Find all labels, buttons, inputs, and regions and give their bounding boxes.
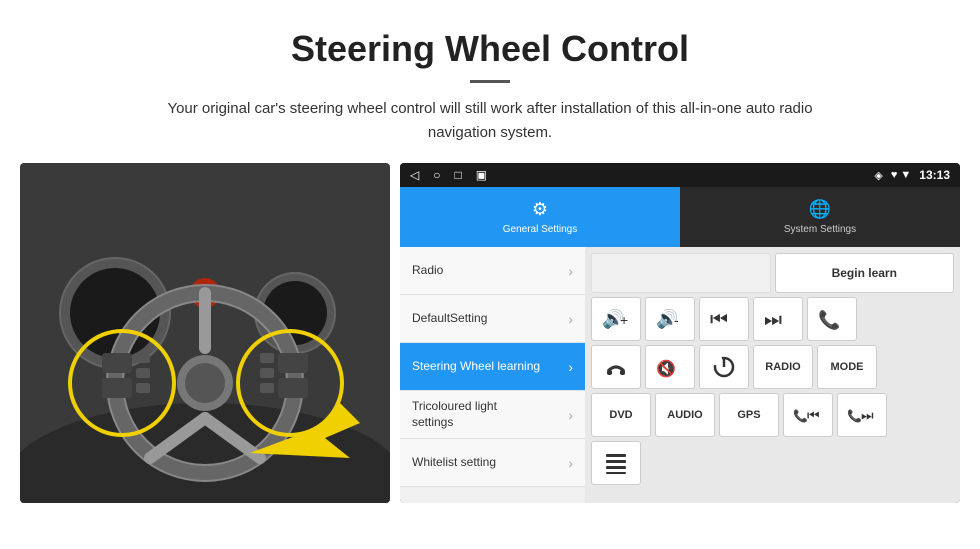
chevron-radio: › bbox=[568, 263, 573, 279]
svg-text:+: + bbox=[620, 312, 628, 328]
screen-icon[interactable]: ▣ bbox=[476, 168, 487, 182]
menu-item-radio[interactable]: Radio › bbox=[400, 247, 585, 295]
page-subtitle: Your original car's steering wheel contr… bbox=[140, 97, 840, 145]
car-image bbox=[20, 163, 390, 503]
control-row-2: 🔊+ 🔊- ⏮ ⏭ 📞 bbox=[591, 297, 954, 341]
chevron-steering: › bbox=[568, 359, 573, 375]
tab-system-settings[interactable]: 🌐 System Settings bbox=[680, 187, 960, 247]
chevron-tricolour: › bbox=[568, 407, 573, 423]
audio-button[interactable]: AUDIO bbox=[655, 393, 715, 437]
control-panel: Begin learn 🔊+ 🔊- ⏮ ⏭ bbox=[585, 247, 960, 503]
hangup-button[interactable] bbox=[591, 345, 641, 389]
call-next-button[interactable]: 📞 ⏭ bbox=[837, 393, 887, 437]
next-track-button[interactable]: ⏭ bbox=[753, 297, 803, 341]
gps-button[interactable]: GPS bbox=[719, 393, 779, 437]
svg-text:🔇: 🔇 bbox=[656, 359, 676, 378]
control-row-1: Begin learn bbox=[591, 253, 954, 293]
system-icon: 🌐 bbox=[809, 199, 831, 220]
begin-learn-button[interactable]: Begin learn bbox=[775, 253, 955, 293]
call-prev-button[interactable]: 📞 ⏮ bbox=[783, 393, 833, 437]
menu-item-steering[interactable]: Steering Wheel learning › bbox=[400, 343, 585, 391]
radio-button[interactable]: RADIO bbox=[753, 345, 813, 389]
menu-control-area: Radio › DefaultSetting › Steering Wheel … bbox=[400, 247, 960, 503]
menu-radio-label: Radio bbox=[412, 263, 443, 279]
tab-general-settings[interactable]: ⚙ General Settings bbox=[400, 187, 680, 247]
control-row-3: 🔇 RADIO MODE bbox=[591, 345, 954, 389]
android-panel: ◁ ○ □ ▣ ◈ ♥ ▼ 13:13 ⚙ General Settings 🌐… bbox=[400, 163, 960, 503]
dvd-button[interactable]: DVD bbox=[591, 393, 651, 437]
svg-text:⏮: ⏮ bbox=[807, 407, 820, 423]
vol-down-button[interactable]: 🔊- bbox=[645, 297, 695, 341]
mute-button[interactable]: 🔇 bbox=[645, 345, 695, 389]
menu-steering-label: Steering Wheel learning bbox=[412, 359, 540, 375]
status-bar: ◁ ○ □ ▣ ◈ ♥ ▼ 13:13 bbox=[400, 163, 960, 187]
empty-slot bbox=[591, 253, 771, 293]
menu-whitelist-label: Whitelist setting bbox=[412, 455, 496, 471]
recent-icon[interactable]: □ bbox=[454, 168, 461, 182]
svg-text:⏮: ⏮ bbox=[710, 309, 728, 331]
svg-text:📞: 📞 bbox=[847, 408, 862, 423]
time-display: 13:13 bbox=[919, 168, 950, 182]
prev-track-button[interactable]: ⏮ bbox=[699, 297, 749, 341]
svg-text:⏭: ⏭ bbox=[764, 309, 782, 331]
home-icon[interactable]: ○ bbox=[433, 168, 440, 182]
chevron-default: › bbox=[568, 311, 573, 327]
list-button[interactable] bbox=[591, 441, 641, 485]
chevron-whitelist: › bbox=[568, 455, 573, 471]
back-icon[interactable]: ◁ bbox=[410, 168, 419, 182]
status-bar-right: ◈ ♥ ▼ 13:13 bbox=[874, 168, 950, 182]
svg-text:📞: 📞 bbox=[818, 308, 841, 330]
tab-system-label: System Settings bbox=[784, 224, 856, 235]
tab-general-label: General Settings bbox=[503, 224, 578, 235]
svg-text:-: - bbox=[674, 312, 679, 328]
mode-button[interactable]: MODE bbox=[817, 345, 877, 389]
location-icon: ◈ bbox=[874, 169, 882, 182]
wifi-icon: ♥ ▼ bbox=[891, 169, 911, 181]
menu-list: Radio › DefaultSetting › Steering Wheel … bbox=[400, 247, 585, 503]
tab-bar: ⚙ General Settings 🌐 System Settings bbox=[400, 187, 960, 247]
menu-default-label: DefaultSetting bbox=[412, 311, 487, 327]
power-button[interactable] bbox=[699, 345, 749, 389]
menu-item-tricolour[interactable]: Tricoloured lightsettings › bbox=[400, 391, 585, 439]
title-divider bbox=[470, 80, 510, 83]
svg-text:⏭: ⏭ bbox=[861, 407, 874, 423]
menu-tricolour-label: Tricoloured lightsettings bbox=[412, 399, 497, 430]
control-row-5 bbox=[591, 441, 954, 485]
control-row-4: DVD AUDIO GPS 📞 ⏮ 📞 ⏭ bbox=[591, 393, 954, 437]
svg-text:📞: 📞 bbox=[793, 408, 808, 423]
status-bar-left: ◁ ○ □ ▣ bbox=[410, 168, 487, 182]
menu-item-whitelist[interactable]: Whitelist setting › bbox=[400, 439, 585, 487]
page-header: Steering Wheel Control Your original car… bbox=[0, 0, 980, 163]
menu-item-default[interactable]: DefaultSetting › bbox=[400, 295, 585, 343]
page-title: Steering Wheel Control bbox=[40, 28, 940, 70]
content-area: ◁ ○ □ ▣ ◈ ♥ ▼ 13:13 ⚙ General Settings 🌐… bbox=[0, 163, 980, 523]
settings-icon: ⚙ bbox=[532, 199, 548, 220]
phone-button[interactable]: 📞 bbox=[807, 297, 857, 341]
vol-up-button[interactable]: 🔊+ bbox=[591, 297, 641, 341]
